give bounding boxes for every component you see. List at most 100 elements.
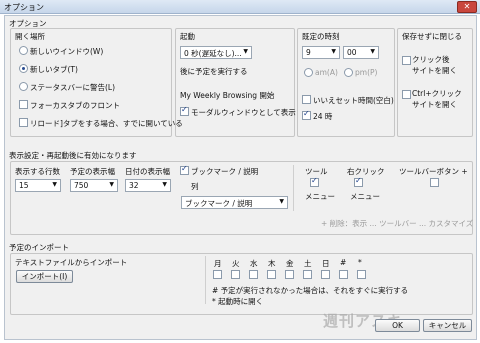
weekday-label: * [358, 258, 362, 267]
ctrl-click-checkbox[interactable] [402, 90, 411, 99]
bookmark-select-value: ブックマーク / 説明 [185, 199, 253, 208]
close-save-title: 保存せずに閉じる [402, 32, 462, 41]
minute-value: 00 [347, 48, 357, 57]
rows-select[interactable]: 15 ▼ [15, 179, 61, 192]
weekday-label: 土 [304, 259, 312, 268]
radio-pm[interactable] [344, 68, 353, 77]
weekday-label: 月 [214, 259, 222, 268]
chevron-down-icon: ▼ [52, 181, 57, 188]
activation-group [175, 28, 295, 137]
radio-new-tab[interactable] [19, 64, 28, 73]
weekday-checkbox[interactable] [267, 270, 276, 279]
window-title: オプション [4, 3, 44, 12]
radio-statusbar-label: ステータスバーに警告(L) [30, 83, 116, 92]
rows-value: 15 [19, 181, 29, 190]
delay-select[interactable]: 0 秒(遅延なし)... ▼ [180, 46, 252, 59]
weekday-label: # [340, 258, 347, 267]
rightclick-menu-checkbox[interactable] [354, 176, 363, 187]
weekday-checkbox[interactable] [213, 270, 222, 279]
weekday-checkbox[interactable] [231, 270, 240, 279]
tool-menu-checkbox[interactable] [310, 176, 319, 187]
chevron-down-icon: ▼ [243, 48, 248, 55]
rows-label: 表示する行数 [15, 167, 60, 176]
date-width-value: 32 [129, 181, 139, 190]
radio-statusbar[interactable] [19, 82, 28, 91]
display-heading: 表示設定・再起動後に有効になります [9, 151, 137, 160]
date-width-select[interactable]: 32 ▼ [125, 179, 171, 192]
modal-label: モーダルウィンドウとして表示 [191, 108, 296, 117]
weekday-checkbox[interactable] [303, 270, 312, 279]
radio-pm-label: pm(P) [355, 68, 378, 77]
chevron-down-icon: ▼ [331, 48, 336, 55]
divider [205, 256, 206, 304]
toolbar-button-checkbox[interactable] [430, 178, 439, 187]
import-heading: 予定のインポート [9, 243, 69, 252]
click-open-checkbox[interactable] [402, 56, 411, 65]
chevron-down-icon: ▼ [370, 48, 375, 55]
cancel-button[interactable]: キャンセル [423, 319, 472, 332]
weekday-label: 水 [250, 259, 258, 268]
reload-tab-label: リロード]タブをする場合、すでに開いている [30, 119, 183, 128]
weekday-label: 日 [322, 259, 330, 268]
close-save-group [397, 28, 473, 137]
import-note-2: * 起動時に開く [212, 297, 264, 306]
title-bar: オプション ✕ [0, 0, 480, 14]
bookmark-checkbox[interactable] [180, 164, 189, 175]
ctrl-click-label: Ctrl+クリック サイトを開く [412, 89, 462, 109]
display-footer: + 削除：表示 ... ツールバー ... カスタマイズ [321, 219, 474, 228]
weekly-label: My Weekly Browsing 開始 [180, 91, 275, 100]
close-button[interactable]: ✕ [457, 1, 477, 13]
weekday-checkbox[interactable] [285, 270, 294, 279]
chevron-down-icon: ▼ [109, 181, 114, 188]
import-text-label: テキストファイルからインポート [15, 258, 128, 267]
divider [293, 165, 294, 211]
reload-tab-checkbox[interactable] [19, 118, 28, 127]
focus-tab-checkbox[interactable] [19, 100, 28, 109]
col-toolbar-label: ツールバーボタン + [399, 167, 468, 176]
weekday-label: 木 [268, 259, 276, 268]
col-rightclick-menu: メニュー [350, 192, 380, 201]
default-time-title: 既定の時刻 [302, 32, 340, 41]
bookmark-label: ブックマーク / 説明 [191, 167, 259, 176]
hour-select[interactable]: 9 ▼ [302, 46, 340, 59]
width-label: 予定の表示幅 [70, 167, 115, 176]
minute-select[interactable]: 00 ▼ [343, 46, 379, 59]
activation-title: 起動 [180, 32, 195, 41]
delay-select-value: 0 秒(遅延なし)... [184, 49, 242, 58]
weekday-checkbox[interactable] [357, 270, 366, 279]
import-button[interactable]: インポート(I) [16, 270, 73, 283]
hour-value: 9 [306, 48, 311, 57]
h24-checkbox[interactable] [302, 109, 311, 120]
weekday-checkbox[interactable] [249, 270, 258, 279]
radio-new-window[interactable] [19, 46, 28, 55]
weekday-label: 火 [232, 259, 240, 268]
ok-button[interactable]: OK [375, 319, 420, 332]
radio-am[interactable] [304, 68, 313, 77]
radio-new-window-label: 新しいウインドウ(W) [30, 47, 104, 56]
activation-note: 後に予定を実行する [180, 67, 248, 76]
weekday-label: 金 [286, 259, 294, 268]
width-value: 750 [74, 181, 89, 190]
h24-label: 24 時 [313, 112, 333, 121]
open-location-title: 開く場所 [15, 32, 45, 41]
bookmark-sub: 列 [191, 182, 199, 191]
col-rightclick-label: 右クリック [347, 167, 385, 176]
import-note-1: # 予定が実行されなかった場合は、それをすぐに実行する [212, 286, 409, 295]
bookmark-select[interactable]: ブックマーク / 説明 ▼ [181, 196, 288, 209]
reset-time-label: いいえセット時間(空白) [313, 96, 394, 105]
weekday-checkbox[interactable] [321, 270, 330, 279]
options-dialog: オプション 開く場所 新しいウインドウ(W) 新しいタブ(T) ステータスバーに… [4, 15, 477, 340]
width-select[interactable]: 750 ▼ [70, 179, 118, 192]
reset-time-checkbox[interactable] [302, 95, 311, 104]
focus-tab-label: フォーカスタブのフロント [30, 101, 120, 110]
chevron-down-icon: ▼ [162, 181, 167, 188]
click-open-label: クリック後 サイトを開く [412, 55, 457, 75]
radio-new-tab-label: 新しいタブ(T) [30, 65, 78, 74]
weekday-checkbox[interactable] [339, 270, 348, 279]
chevron-down-icon: ▼ [279, 198, 284, 205]
modal-checkbox[interactable] [180, 105, 189, 116]
radio-am-label: am(A) [315, 68, 338, 77]
default-time-group [297, 28, 395, 137]
col-tool-menu: メニュー [305, 192, 335, 201]
date-width-label: 日付の表示幅 [125, 167, 170, 176]
